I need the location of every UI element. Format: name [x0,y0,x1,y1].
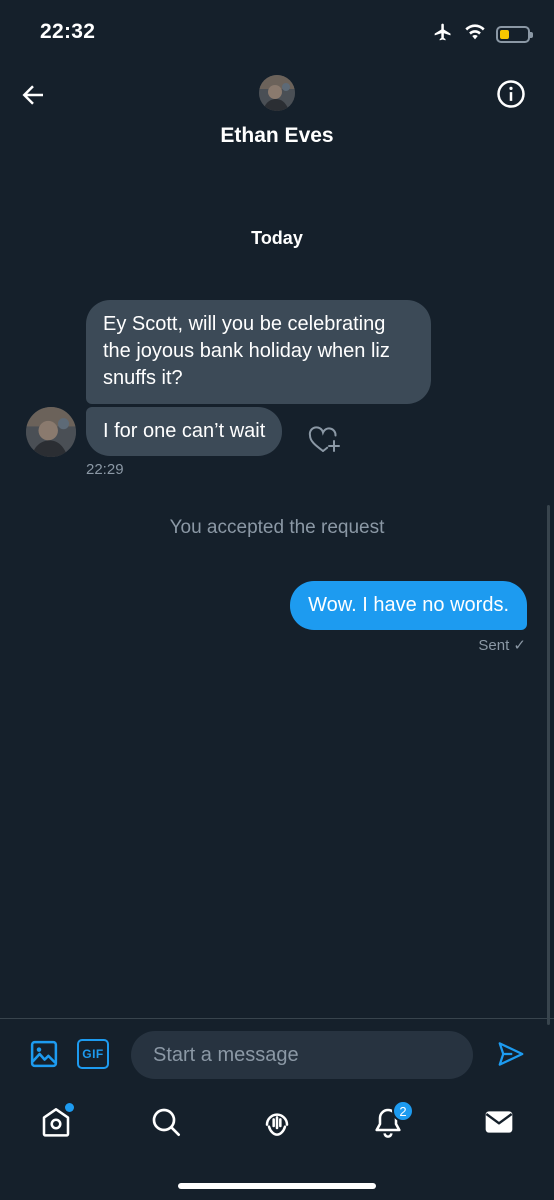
battery-level [500,30,510,39]
add-reaction-button[interactable] [307,424,343,458]
tab-search[interactable] [146,1102,186,1142]
conversation-header: Ethan Eves [0,66,554,166]
avatar-photo-icon [26,407,76,457]
status-bar: 22:32 [0,0,554,66]
system-message: You accepted the request [169,517,385,538]
send-button[interactable] [496,1039,526,1069]
incoming-message[interactable]: I for one can’t wait [86,407,283,456]
heart-plus-icon [308,426,340,452]
bottom-tab-bar: 2 [0,1092,554,1152]
message-timestamp: 22:29 [86,461,124,478]
tab-spaces[interactable] [257,1102,297,1142]
new-content-dot [65,1103,74,1112]
home-indicator[interactable] [178,1183,376,1189]
status-time: 22:32 [40,20,96,43]
status-icons [432,22,533,47]
contact-name[interactable]: Ethan Eves [0,124,554,148]
battery-icon [496,26,533,43]
back-button[interactable] [18,80,48,110]
day-label: Today [251,228,303,248]
tab-messages[interactable] [479,1102,519,1142]
message-input[interactable] [131,1031,473,1079]
sender-avatar[interactable] [26,407,76,457]
tab-home[interactable] [36,1102,76,1142]
gif-label: GIF [82,1047,104,1061]
tab-notifications[interactable]: 2 [368,1100,414,1142]
arrow-left-icon [22,85,43,105]
sent-status: Sent ✓ [478,637,526,654]
avatar-photo-icon [259,75,295,111]
airplane-icon [432,22,454,47]
image-icon [30,1040,58,1068]
notification-badge: 2 [392,1100,414,1122]
gif-button[interactable]: GIF [77,1039,109,1069]
add-media-button[interactable] [29,1039,59,1069]
info-icon [497,80,525,108]
info-button[interactable] [496,79,526,109]
spaces-icon [265,1113,289,1136]
message-composer: GIF [0,1018,554,1092]
send-icon [498,1042,524,1066]
wifi-icon [464,23,486,46]
contact-avatar[interactable] [259,75,295,111]
scrollbar[interactable] [547,505,550,1025]
outgoing-message[interactable]: Wow. I have no words. [290,581,527,630]
incoming-message[interactable]: Ey Scott, will you be celebrating the jo… [86,300,431,404]
search-icon [152,1108,180,1136]
messages-icon [485,1111,513,1133]
